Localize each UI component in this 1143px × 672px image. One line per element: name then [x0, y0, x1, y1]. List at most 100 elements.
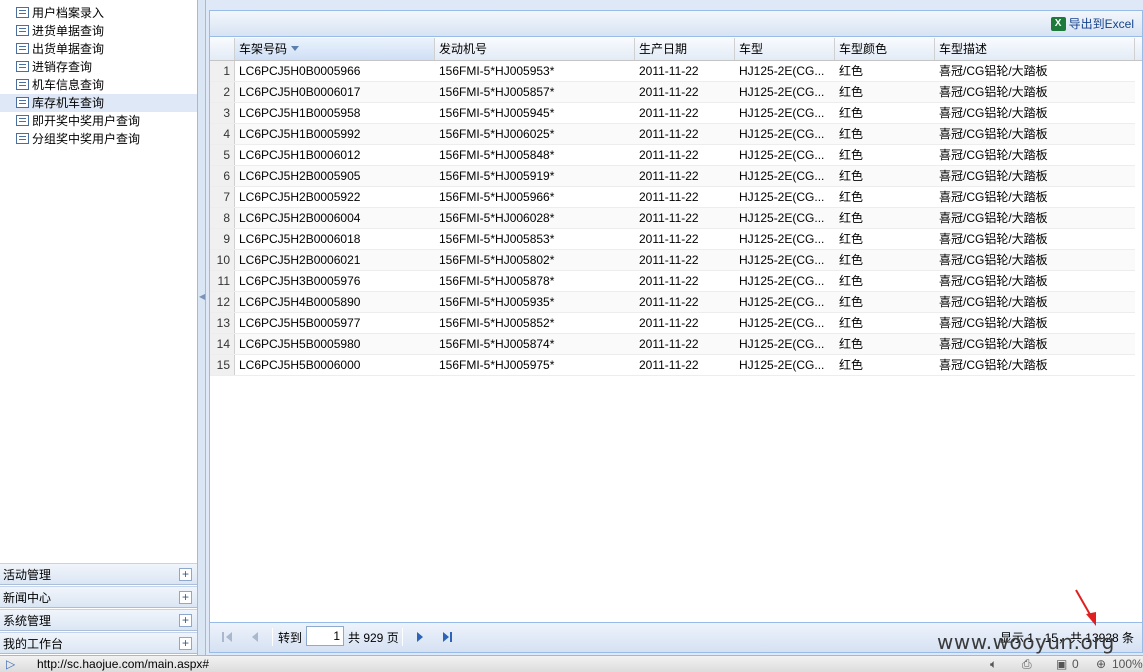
row-number: 10 [210, 250, 235, 270]
production-date-cell: 2011-11-22 [639, 253, 699, 267]
row-number: 15 [210, 355, 235, 375]
table-row[interactable]: 11 LC6PCJ5H3B0005976 156FMI-5*HJ005878* 201… [210, 271, 1135, 292]
engine-number-cell: 156FMI-5*HJ005848* [439, 148, 555, 162]
table-row[interactable]: 8 LC6PCJ5H2B0006004 156FMI-5*HJ006028* 2011… [210, 208, 1135, 229]
sidebar-splitter[interactable]: ◀ [198, 0, 206, 655]
accordion-header[interactable]: 我的工作台 + [0, 632, 197, 654]
table-row[interactable]: 2 LC6PCJ5H0B0006017 156FMI-5*HJ005857* 2011… [210, 82, 1135, 103]
print-icon[interactable]: ⎙ [1022, 657, 1032, 671]
nav-item-label: 进货单据查询 [32, 24, 105, 38]
column-header[interactable]: 车型 [735, 38, 835, 60]
nav-item[interactable]: 分组奖中奖用户查询 [0, 130, 197, 148]
row-number: 14 [210, 334, 235, 354]
expand-plus-icon[interactable]: + [179, 568, 192, 581]
color-cell: 红色 [839, 190, 864, 204]
column-header[interactable]: 发动机号 [435, 38, 635, 60]
vin-cell: LC6PCJ5H5B0005977 [239, 316, 361, 330]
table-row[interactable]: 5 LC6PCJ5H1B0006012 156FMI-5*HJ005848* 2011… [210, 145, 1135, 166]
nav-item[interactable]: 进货单据查询 [0, 22, 197, 40]
accordion-label: 活动管理 [3, 568, 52, 582]
zoom-icon[interactable]: ⊕ [1096, 657, 1106, 671]
vin-cell: LC6PCJ5H0B0006017 [239, 85, 361, 99]
description-cell: 喜冠/CG铝轮/大踏板 [939, 64, 1048, 78]
description-cell: 喜冠/CG铝轮/大踏板 [939, 148, 1048, 162]
expand-plus-icon[interactable]: + [179, 614, 192, 627]
row-number: 2 [210, 82, 235, 102]
row-number: 7 [210, 187, 235, 207]
accordion-header[interactable]: 新闻中心 + [0, 586, 197, 608]
description-cell: 喜冠/CG铝轮/大踏板 [939, 106, 1048, 120]
column-header[interactable]: 车型描述 [935, 38, 1135, 60]
table-row[interactable]: 13 LC6PCJ5H5B0005977 156FMI-5*HJ005852* 201… [210, 313, 1135, 334]
page-loaded-icon: ▷ [6, 657, 16, 671]
model-cell: HJ125-2E(CG... [739, 253, 825, 267]
table-row[interactable]: 10 LC6PCJ5H2B0006021 156FMI-5*HJ005802* 201… [210, 250, 1135, 271]
column-header-label: 生产日期 [639, 42, 688, 56]
table-row[interactable]: 7 LC6PCJ5H2B0005922 156FMI-5*HJ005966* 2011… [210, 187, 1135, 208]
nav-item[interactable]: 出货单据查询 [0, 40, 197, 58]
sidebar-nav: 用户档案录入进货单据查询出货单据查询 进销存查询 机车信息查询 库存机车查询 即开奖中奖… [0, 0, 198, 655]
zoom-level[interactable]: 100% [1112, 657, 1143, 671]
paging-toolbar: 转到 共 929 页 显示 1 - 15，共 13928 条 [210, 622, 1142, 652]
vin-cell: LC6PCJ5H1B0005992 [239, 127, 361, 141]
color-cell: 红色 [839, 64, 864, 78]
column-header-label: 车型 [739, 42, 764, 56]
engine-number-cell: 156FMI-5*HJ006028* [439, 211, 555, 225]
table-row[interactable]: 9 LC6PCJ5H2B0006018 156FMI-5*HJ005853* 2011… [210, 229, 1135, 250]
row-number: 12 [210, 292, 235, 312]
accordion-header[interactable]: 活动管理 + [0, 563, 197, 585]
addon-icon[interactable]: ▣ [1056, 657, 1067, 671]
expand-plus-icon[interactable]: + [179, 591, 192, 604]
form-icon [16, 133, 29, 144]
nav-item[interactable]: 机车信息查询 [0, 76, 197, 94]
column-header[interactable]: 车架号码 [235, 38, 435, 60]
last-page-button[interactable] [440, 629, 456, 645]
model-cell: HJ125-2E(CG... [739, 85, 825, 99]
table-row[interactable]: 6 LC6PCJ5H2B0005905 156FMI-5*HJ005919* 2011… [210, 166, 1135, 187]
engine-number-cell: 156FMI-5*HJ005966* [439, 190, 555, 204]
first-page-button[interactable] [220, 629, 236, 645]
table-row[interactable]: 12 LC6PCJ5H4B0005890 156FMI-5*HJ005935* 201… [210, 292, 1135, 313]
nav-item[interactable]: 用户档案录入 [0, 4, 197, 22]
engine-number-cell: 156FMI-5*HJ005857* [439, 85, 555, 99]
description-cell: 喜冠/CG铝轮/大踏板 [939, 316, 1048, 330]
production-date-cell: 2011-11-22 [639, 316, 699, 330]
color-cell: 红色 [839, 232, 864, 246]
production-date-cell: 2011-11-22 [639, 295, 699, 309]
column-header-label: 车架号码 [239, 42, 288, 56]
prev-page-button[interactable] [248, 629, 264, 645]
model-cell: HJ125-2E(CG... [739, 358, 825, 372]
nav-item[interactable]: 进销存查询 [0, 58, 197, 76]
model-cell: HJ125-2E(CG... [739, 337, 825, 351]
row-number: 8 [210, 208, 235, 228]
row-number: 5 [210, 145, 235, 165]
accordion-label: 系统管理 [3, 614, 52, 628]
row-number: 6 [210, 166, 235, 186]
nav-item[interactable]: 即开奖中奖用户查询 [0, 112, 197, 130]
table-row[interactable]: 4 LC6PCJ5H1B0005992 156FMI-5*HJ006025* 2011… [210, 124, 1135, 145]
export-excel-button[interactable]: X 导出到Excel [1049, 14, 1136, 34]
description-cell: 喜冠/CG铝轮/大踏板 [939, 232, 1048, 246]
description-cell: 喜冠/CG铝轮/大踏板 [939, 295, 1048, 309]
row-number: 9 [210, 229, 235, 249]
engine-number-cell: 156FMI-5*HJ005935* [439, 295, 555, 309]
nav-item[interactable]: 库存机车查询 [0, 94, 197, 112]
next-page-button[interactable] [412, 629, 428, 645]
column-header[interactable]: 生产日期 [635, 38, 735, 60]
speaker-icon[interactable]: 🔈︎ [990, 657, 997, 671]
table-row[interactable]: 3 LC6PCJ5H1B0005958 156FMI-5*HJ005945* 2011… [210, 103, 1135, 124]
description-cell: 喜冠/CG铝轮/大踏板 [939, 211, 1048, 225]
model-cell: HJ125-2E(CG... [739, 127, 825, 141]
table-row[interactable]: 15 LC6PCJ5H5B0006000 156FMI-5*HJ005975* 201… [210, 355, 1135, 376]
column-header[interactable]: 车型颜色 [835, 38, 935, 60]
display-info: 显示 1 - 15，共 13928 条 [999, 631, 1134, 645]
form-icon [16, 97, 29, 108]
table-row[interactable]: 1 LC6PCJ5H0B0005966 156FMI-5*HJ005953* 2011… [210, 61, 1135, 82]
table-row[interactable]: 14 LC6PCJ5H5B0005980 156FMI-5*HJ005874* 201… [210, 334, 1135, 355]
expand-plus-icon[interactable]: + [179, 637, 192, 650]
collapse-arrow-icon[interactable]: ◀ [199, 292, 205, 301]
description-cell: 喜冠/CG铝轮/大踏板 [939, 337, 1048, 351]
page-number-input[interactable] [306, 626, 344, 646]
accordion-header[interactable]: 系统管理 + [0, 609, 197, 631]
production-date-cell: 2011-11-22 [639, 85, 699, 99]
